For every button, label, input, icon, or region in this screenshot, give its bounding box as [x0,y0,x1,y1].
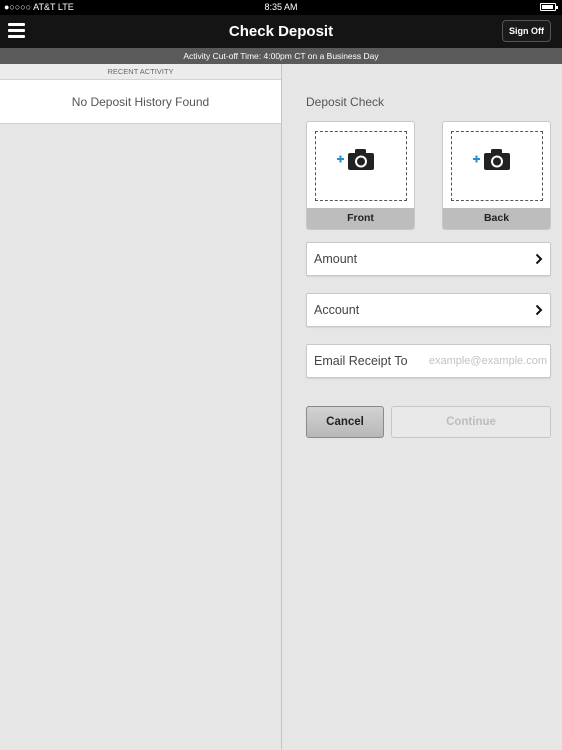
nav-bar: Check Deposit Sign Off [0,15,562,48]
page-title: Check Deposit [228,23,334,40]
account-label: Account [314,303,360,317]
add-photo-camera-icon [473,149,510,170]
amount-field[interactable]: Amount [306,242,551,276]
amount-label: Amount [314,252,358,266]
status-time: 8:35 AM [264,2,298,12]
empty-history-message: No Deposit History Found [0,80,281,124]
chevron-right-icon [535,253,543,265]
front-photo-button[interactable]: Front [306,121,415,230]
account-field[interactable]: Account [306,293,551,327]
sign-off-button[interactable]: Sign Off [502,20,551,42]
deposit-form-pane: Deposit Check Front Back Amount Account [282,64,562,750]
recent-activity-pane: RECENT ACTIVITY No Deposit History Found [0,64,281,750]
cutoff-notice: Activity Cut-off Time: 4:00pm CT on a Bu… [0,48,562,64]
recent-activity-header: RECENT ACTIVITY [0,64,281,80]
deposit-check-title: Deposit Check [306,95,385,109]
chevron-right-icon [535,304,543,316]
email-receipt-field: Email Receipt To [306,344,551,378]
back-label: Back [443,208,550,229]
add-photo-camera-icon [337,149,374,170]
email-receipt-input[interactable] [419,351,547,371]
battery-icon [540,3,558,11]
front-label: Front [307,208,414,229]
cancel-button[interactable]: Cancel [306,406,384,438]
status-bar: ●○○○○ AT&T LTE 8:35 AM [0,0,562,15]
continue-button[interactable]: Continue [391,406,551,438]
email-receipt-label: Email Receipt To [314,354,408,368]
back-photo-button[interactable]: Back [442,121,551,230]
